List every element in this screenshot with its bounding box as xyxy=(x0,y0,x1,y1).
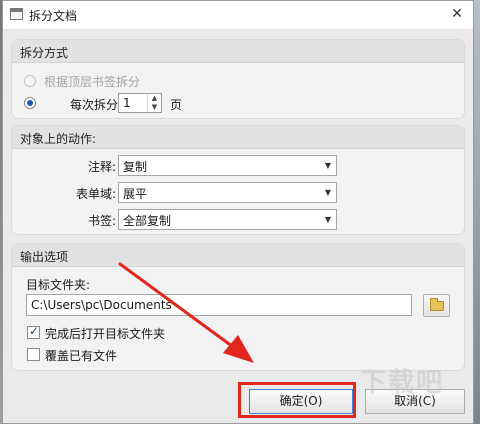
overwrite-checkbox[interactable] xyxy=(27,348,40,361)
bookmark-select[interactable]: 全部复制 ▼ xyxy=(118,209,337,230)
group-title: 输出选项 xyxy=(20,250,69,264)
ok-button[interactable]: 确定(O) xyxy=(249,389,353,414)
annotation-value: 复制 xyxy=(123,160,148,174)
form-field-label: 表单域: xyxy=(75,187,116,201)
chevron-down-icon: ▼ xyxy=(324,161,331,170)
radio-label-bookmark: 根据顶层书签拆分 xyxy=(44,75,141,89)
open-folder-label: 完成后打开目标文件夹 xyxy=(45,327,166,341)
group-title: 对象上的动作: xyxy=(20,132,97,146)
group-header: 对象上的动作: xyxy=(12,126,464,149)
bookmark-value: 全部复制 xyxy=(123,214,172,228)
group-header: 输出选项 xyxy=(12,244,464,267)
window-title: 拆分文档 xyxy=(29,9,78,23)
group-title: 拆分方式 xyxy=(20,46,69,60)
stepper-up-icon[interactable]: ▲ xyxy=(148,94,161,103)
pages-stepper[interactable]: 1 ▲ ▼ xyxy=(118,93,162,113)
bookmark-label: 书签: xyxy=(87,214,116,228)
target-folder-input[interactable] xyxy=(26,294,412,316)
annotation-select[interactable]: 复制 ▼ xyxy=(118,155,337,176)
overwrite-label: 覆盖已有文件 xyxy=(45,349,118,363)
form-field-select[interactable]: 展平 ▼ xyxy=(118,182,337,203)
document-icon xyxy=(10,8,23,20)
radio-split-by-bookmark[interactable] xyxy=(24,75,36,87)
watermark: 下载吧 xyxy=(360,368,445,398)
stepper-down-icon[interactable]: ▼ xyxy=(148,103,161,112)
annotation-label: 注释: xyxy=(87,160,116,174)
pages-suffix: 页 xyxy=(170,98,183,112)
target-folder-value[interactable] xyxy=(27,295,411,315)
target-folder-label: 目标文件夹: xyxy=(26,278,91,292)
stepper-arrows: ▲ ▼ xyxy=(147,94,161,112)
close-button[interactable]: ✕ xyxy=(445,3,469,25)
split-method-group: 拆分方式 根据顶层书签拆分 每次拆分 1 ▲ ▼ 页 xyxy=(11,39,465,119)
radio-split-by-pages[interactable] xyxy=(24,97,36,109)
title-bar: 拆分文档 ✕ xyxy=(3,1,473,30)
form-field-value: 展平 xyxy=(123,187,148,201)
chevron-down-icon: ▼ xyxy=(324,215,331,224)
object-actions-group: 对象上的动作: 注释: 复制 ▼ 表单域: 展平 ▼ 书签: 全部复制 ▼ xyxy=(11,125,465,235)
background-edge-right xyxy=(474,0,480,424)
split-document-dialog: 拆分文档 ✕ 拆分方式 根据顶层书签拆分 每次拆分 1 ▲ ▼ 页 对象上的动作… xyxy=(2,0,474,424)
pages-value: 1 xyxy=(123,96,131,110)
browse-folder-button[interactable] xyxy=(423,294,450,317)
open-folder-checkbox[interactable]: ✓ xyxy=(27,324,40,339)
radio-label-pages: 每次拆分 xyxy=(70,98,119,112)
folder-icon xyxy=(430,298,444,311)
group-header: 拆分方式 xyxy=(12,40,464,63)
checkmark-icon: ✓ xyxy=(29,324,40,338)
chevron-down-icon: ▼ xyxy=(324,188,331,197)
output-options-group: 输出选项 目标文件夹: ✓ 完成后打开目标文件夹 覆盖已有文件 xyxy=(11,243,465,371)
